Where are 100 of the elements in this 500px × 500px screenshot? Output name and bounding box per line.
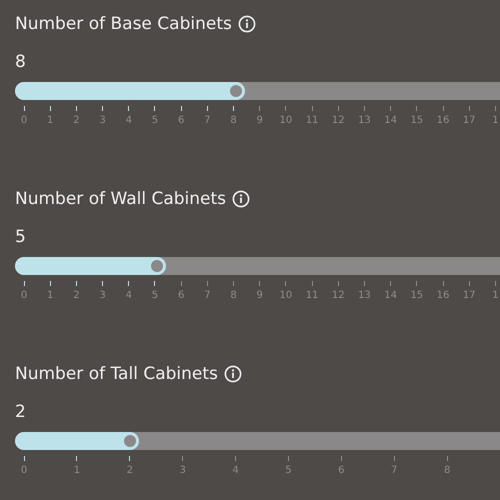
tick-mark — [338, 106, 339, 111]
tick-mark — [446, 456, 448, 461]
tick-label: 0 — [20, 464, 28, 478]
slider-track[interactable] — [15, 257, 500, 275]
tick-label: 10 — [280, 289, 292, 303]
tick-mark — [259, 281, 260, 286]
tick-mark — [285, 281, 286, 286]
tick-label: 8 — [230, 289, 237, 303]
tick-label: 6 — [178, 289, 184, 303]
slider-value: 2 — [15, 401, 26, 423]
tick-mark — [154, 106, 156, 111]
tick-label: 17 — [462, 289, 476, 303]
tick-label: 1 — [492, 114, 499, 128]
tick-mark — [394, 456, 395, 461]
slider-label: Number of Wall Cabinets — [15, 188, 226, 210]
tick-mark — [76, 106, 77, 111]
tick-mark — [442, 281, 444, 286]
tick-mark — [285, 106, 286, 111]
tick-mark — [312, 281, 313, 286]
tick-mark — [50, 281, 51, 286]
tick-mark — [442, 106, 444, 111]
slider-label: Number of Base Cabinets — [15, 13, 232, 35]
tick-label: 4 — [126, 114, 132, 128]
tick-label: 0 — [20, 289, 28, 303]
slider-track[interactable] — [15, 82, 500, 100]
tick-label: 16 — [436, 114, 450, 128]
tick-label: 12 — [332, 114, 345, 128]
info-icon[interactable] — [224, 365, 242, 383]
tick-mark — [154, 281, 156, 286]
tick-label: 2 — [126, 464, 133, 478]
tick-mark — [416, 281, 418, 286]
info-icon[interactable] — [232, 190, 250, 208]
tick-label: 8 — [230, 114, 237, 128]
tick-mark — [76, 456, 78, 461]
tick-mark — [259, 106, 260, 111]
tick-label: 0 — [20, 114, 28, 128]
tick-mark — [206, 106, 208, 111]
tick-label: 1 — [47, 114, 54, 128]
tick-mark — [233, 106, 234, 111]
tick-label: 2 — [73, 114, 80, 128]
tick-label: 14 — [384, 289, 397, 303]
tick-mark — [128, 106, 130, 111]
tick-mark — [494, 106, 496, 111]
tick-label: 16 — [436, 289, 450, 303]
tick-mark — [128, 281, 130, 286]
tick-label: 3 — [179, 464, 186, 478]
tick-mark — [288, 456, 289, 461]
tick-label: 14 — [384, 114, 397, 128]
tick-label: 4 — [232, 464, 239, 478]
tick-label: 5 — [152, 114, 158, 128]
tick-label: 7 — [204, 289, 210, 303]
tick-mark — [235, 456, 236, 461]
tick-label: 13 — [358, 289, 371, 303]
tick-mark — [50, 106, 51, 111]
tick-label: 1 — [47, 289, 54, 303]
tick-mark — [468, 106, 470, 111]
tick-label: 1 — [74, 464, 80, 478]
tick-mark — [312, 106, 313, 111]
tick-label: 5 — [285, 464, 292, 478]
tick-label: 3 — [99, 114, 106, 128]
slider-track[interactable] — [15, 432, 500, 450]
tick-mark — [390, 106, 392, 111]
tick-mark — [180, 281, 182, 286]
info-icon[interactable] — [238, 15, 256, 33]
slider-label: Number of Tall Cabinets — [15, 363, 218, 385]
tick-label: 5 — [152, 289, 158, 303]
tick-label: 9 — [256, 289, 263, 303]
tick-label: 13 — [358, 114, 371, 128]
tick-mark — [416, 106, 418, 111]
tick-mark — [180, 106, 182, 111]
tick-mark — [364, 106, 365, 111]
tick-mark — [233, 281, 234, 286]
tick-mark — [390, 281, 392, 286]
tick-mark — [338, 281, 339, 286]
tick-label: 6 — [178, 114, 184, 128]
tick-mark — [102, 281, 104, 286]
tick-label: 3 — [99, 289, 106, 303]
tick-label: 2 — [73, 289, 80, 303]
tick-label: 7 — [391, 464, 398, 478]
slider-value: 5 — [15, 226, 26, 248]
tick-label: 17 — [462, 114, 476, 128]
tick-mark — [206, 281, 208, 286]
tick-mark — [340, 456, 342, 461]
tick-mark — [364, 281, 365, 286]
tick-label: 4 — [126, 289, 132, 303]
tick-label: 11 — [306, 289, 318, 303]
tick-label: 11 — [306, 114, 318, 128]
tick-label: 15 — [410, 289, 424, 303]
tick-label: 7 — [204, 114, 210, 128]
tick-mark — [76, 281, 77, 286]
slider-value: 8 — [15, 51, 26, 73]
tick-mark — [468, 281, 470, 286]
tick-label: 15 — [410, 114, 424, 128]
tick-label: 12 — [332, 289, 345, 303]
tick-label: 10 — [280, 114, 292, 128]
tick-mark — [102, 106, 104, 111]
tick-mark — [494, 281, 496, 286]
tick-label: 8 — [444, 464, 450, 478]
tick-label: 6 — [338, 464, 345, 478]
tick-mark — [182, 456, 184, 461]
